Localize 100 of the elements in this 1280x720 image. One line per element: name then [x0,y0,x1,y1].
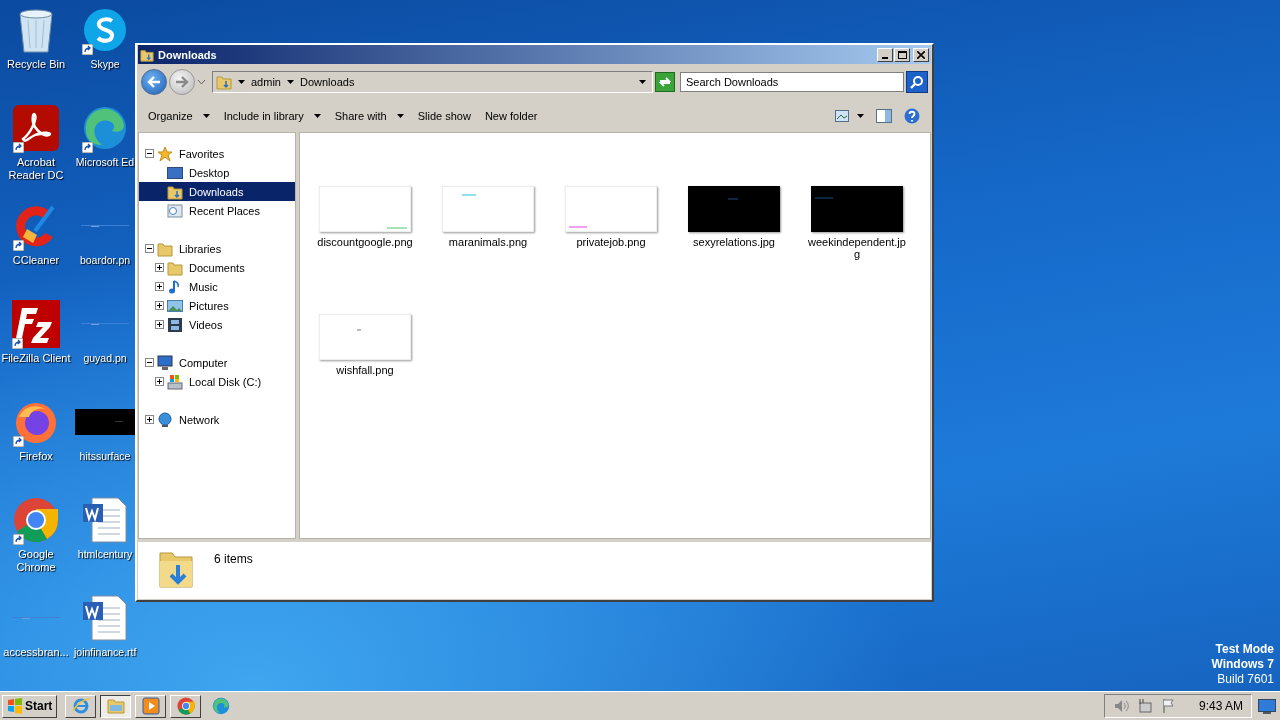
caret-icon [286,80,294,84]
taskbar-button[interactable] [100,694,132,718]
minimize-button[interactable] [877,47,893,62]
toolbar-button[interactable]: Organize [142,107,216,125]
tree-item[interactable]: Pictures [139,296,295,315]
desktop-icon[interactable]: Microsoft Ed [74,103,136,201]
view-icon [835,110,849,122]
forward-button[interactable] [169,69,195,95]
caret-icon [639,80,646,84]
film-icon [167,316,183,333]
toolbar-button[interactable]: Share with [328,107,410,125]
folder-icon [167,259,183,276]
acrobat-icon [13,105,59,151]
file-item[interactable]: privatejob.png [561,186,661,314]
collapse-icon[interactable] [145,149,154,158]
tree-item[interactable]: Libraries [139,239,295,258]
recycle-bin-icon [16,6,56,54]
network-icon [157,411,173,428]
expand-icon[interactable] [155,320,164,329]
desktop-icon[interactable]: Recycle Bin [0,5,72,103]
network-icon[interactable] [1136,698,1153,714]
address-bar[interactable]: admin Downloads [212,71,653,93]
desktop-icon[interactable]: CCleaner [0,201,72,299]
tree-item[interactable]: Videos [139,315,295,334]
skype-icon [82,7,128,53]
desktop-icon[interactable]: boardor.pn [74,201,136,299]
tree-item[interactable]: Downloads [139,182,295,201]
collapse-icon[interactable] [145,358,154,367]
tree-item[interactable]: Local Disk (C:) [139,372,295,391]
desktop-icon[interactable]: Acrobat Reader DC [0,103,72,201]
tree-item[interactable]: Computer [139,353,295,372]
arrow-left-icon [147,76,161,88]
edge-icon [82,105,128,151]
search-field[interactable]: Search Downloads [680,72,904,92]
file-item[interactable]: weekindependent.jpg [807,186,907,314]
tree-item[interactable]: Network [139,410,295,429]
refresh-button[interactable] [655,72,675,92]
toolbar-button[interactable]: Slide show [411,107,477,125]
folder-icon [167,183,183,200]
collapse-icon[interactable] [145,244,154,253]
expand-icon[interactable] [155,377,164,386]
edge-icon [211,697,230,715]
desktop-icon[interactable]: FileZilla Client [0,299,72,397]
close-icon [917,50,925,59]
show-desktop-icon[interactable] [1258,698,1276,714]
desktop-icon [167,165,183,180]
desktop-icon[interactable]: hitssurface [74,397,136,495]
word-document-icon [82,496,128,544]
folder-icon [140,47,154,62]
windows-logo-icon [7,698,23,714]
file-name: maranimals.png [447,236,529,248]
back-button[interactable] [141,69,167,95]
folder-icon [157,240,173,257]
window-title: Downloads [158,48,217,61]
computer-icon [157,354,173,371]
refresh-icon [658,76,672,88]
watermark-text: Windows 7 [1211,657,1274,672]
toolbar-button[interactable]: New folder [478,107,544,125]
filezilla-icon [12,300,60,348]
flag-icon[interactable] [1160,698,1177,714]
breadcrumb-item[interactable]: admin [251,76,281,88]
preview-pane-icon [876,109,892,123]
maximize-icon [897,50,907,59]
file-item[interactable]: maranimals.png [438,186,538,314]
file-name: sexyrelations.jpg [692,236,776,248]
chrome-icon [176,697,195,715]
expand-icon[interactable] [155,263,164,272]
maximize-button[interactable] [894,47,910,62]
tree-item[interactable]: Favorites [139,144,295,163]
media-player-icon [141,697,160,715]
tree-item[interactable]: Recent Places [139,201,295,220]
tree-item[interactable]: Music [139,277,295,296]
start-button[interactable]: Start [2,694,58,718]
folder-icon [106,698,125,714]
watermark-text: Test Mode [1215,642,1274,657]
desktop-icon[interactable]: Skype [74,5,136,103]
chrome-icon [13,497,59,543]
caret-icon [857,114,864,118]
file-item[interactable]: wishfall.png [315,314,415,442]
toolbar-button[interactable]: Include in library [217,107,327,125]
dropdown-icon[interactable] [197,79,206,85]
caret-icon [238,80,245,84]
expand-icon[interactable] [155,282,164,291]
search-button[interactable] [906,71,928,93]
file-item[interactable]: sexyrelations.jpg [684,186,784,314]
tree-item[interactable]: Documents [139,258,295,277]
close-button[interactable] [913,47,929,62]
breadcrumb-item[interactable]: Downloads [299,76,355,88]
file-item[interactable]: discountgoogle.png [315,186,415,314]
pictures-icon [167,298,183,313]
internet-explorer-icon [71,697,90,715]
minimize-icon [882,56,888,59]
file-name: discountgoogle.png [316,236,414,248]
tree-item[interactable]: Desktop [139,163,295,182]
expand-icon[interactable] [155,301,164,310]
desktop-icon[interactable]: guyad.pn [74,299,136,397]
desktop-icon[interactable]: Firefox [0,397,72,495]
item-count: 6 items [214,552,253,566]
clock[interactable]: 9:43 AM [1198,699,1243,713]
expand-icon[interactable] [145,415,154,424]
